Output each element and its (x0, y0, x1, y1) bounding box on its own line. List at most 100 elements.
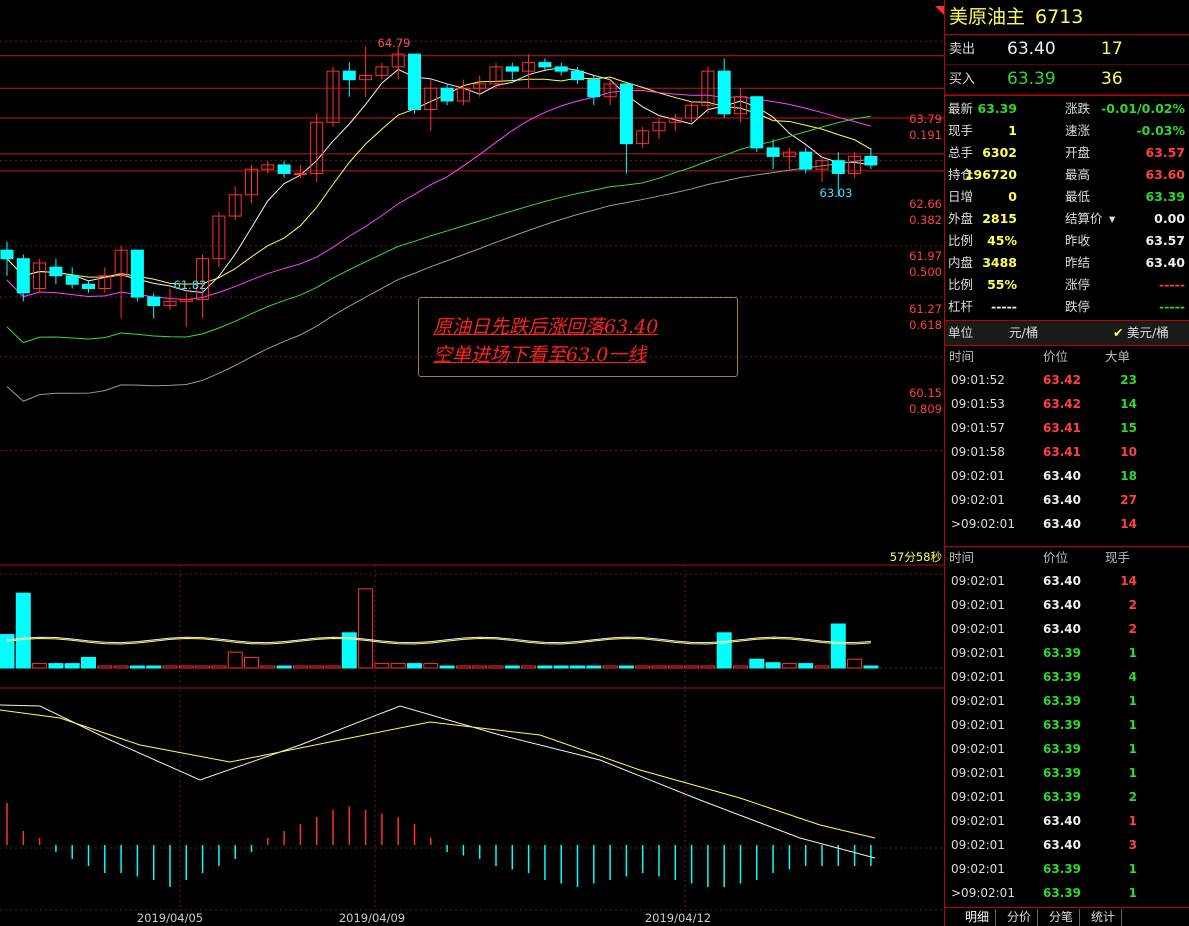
stat-row: 总手 6302 开盘 63.57 (945, 142, 1189, 164)
volume-bar (586, 665, 602, 669)
tab-0[interactable]: 明细 (959, 909, 997, 926)
unit-label: 单位 (948, 325, 974, 340)
tick-price: 63.40 (1043, 838, 1081, 852)
tick-row[interactable]: 09:02:01 63.40 14 (945, 569, 1189, 593)
volume-bar (602, 665, 618, 669)
candle-body (619, 83, 633, 145)
candle-body (750, 96, 764, 149)
tab-1[interactable]: 分价 (1001, 909, 1039, 926)
tick-time: 09:02:01 (951, 790, 1005, 804)
unit-option-yuan[interactable]: 元/桶 (1009, 321, 1038, 345)
volume-bar (374, 663, 390, 669)
tick-volume: 1 (1128, 742, 1137, 756)
volume-bar (292, 665, 308, 669)
tick-header: 时间 价位 现手 (945, 547, 1189, 569)
date-label: 2019/04/09 (339, 911, 405, 925)
stat-value: 3488 (982, 255, 1017, 270)
volume-bar (227, 651, 243, 669)
fib-price-label: 61.27 (909, 302, 942, 316)
tick-row[interactable]: 09:02:01 63.39 1 (945, 713, 1189, 737)
tick-row[interactable]: >09:02:01 63.39 1 (945, 881, 1189, 905)
tick-row[interactable]: 09:02:01 63.40 2 (945, 617, 1189, 641)
tab-3[interactable]: 统计 (1085, 909, 1123, 926)
candle-body (0, 249, 14, 260)
tick-row[interactable]: 09:02:01 63.40 3 (945, 833, 1189, 857)
sell-row[interactable]: 卖出 63.40 17 (945, 35, 1189, 65)
tick-row[interactable]: 09:02:01 63.39 1 (945, 641, 1189, 665)
stat-value: -0.03% (1136, 123, 1185, 138)
tab-2[interactable]: 分笔 (1043, 909, 1081, 926)
tick-price: 63.40 (1043, 814, 1081, 828)
dropdown-arrow-icon[interactable]: ▾ (1109, 208, 1115, 230)
kline-chart-area[interactable]: 64.79 61.82 63.03 63.79 0.191 62.66 0.382 61.97… (0, 0, 944, 926)
candle-body (82, 283, 95, 290)
tick-volume: 4 (1128, 670, 1137, 684)
tick-volume: 14 (1120, 574, 1137, 588)
tick-row[interactable]: 09:02:01 63.39 1 (945, 761, 1189, 785)
tick-volume: 1 (1128, 862, 1137, 876)
buy-row[interactable]: 买入 63.39 36 (945, 65, 1189, 95)
tick-row[interactable]: 09:02:01 63.39 4 (945, 665, 1189, 689)
tick-time: 09:02:01 (951, 862, 1005, 876)
tick-price: 63.39 (1043, 670, 1081, 684)
fib-price-label: 62.66 (909, 197, 942, 211)
tick-row[interactable]: 09:02:01 63.40 2 (945, 593, 1189, 617)
candle-body (571, 70, 584, 81)
tick-row[interactable]: 09:01:58 63.41 10 (945, 440, 1189, 464)
unit-row: 单位 元/桶 ✔ 美元/桶 (945, 321, 1189, 346)
fib-ratio-label: 0.500 (909, 265, 942, 279)
tick-row[interactable]: 09:02:01 63.40 27 (945, 488, 1189, 512)
tick-price: 63.39 (1043, 646, 1081, 660)
macd-dif-line (0, 704, 876, 859)
stat-label: 日增 (948, 189, 974, 204)
stat-row: 杠杆 ----- 跌停 ----- (945, 296, 1189, 318)
volume-bar (570, 665, 585, 669)
detail-tabs: 明细 分价 分笔 统计 (945, 907, 1189, 926)
volume-bar (700, 665, 716, 669)
volume-bar (537, 665, 553, 669)
tick-header: 时间 价位 大单 (945, 346, 1189, 368)
tick-time: 09:01:57 (951, 421, 1005, 435)
volume-bar (358, 588, 374, 669)
tick-volume: 1 (1128, 694, 1137, 708)
buy-price: 63.39 (1007, 69, 1056, 89)
volume-bar (847, 658, 863, 669)
fib-ratio-label: 0.191 (909, 128, 942, 142)
tick-time: >09:02:01 (951, 886, 1015, 900)
stat-value: 63.57 (1145, 233, 1185, 248)
tick-row[interactable]: 09:02:01 63.39 2 (945, 785, 1189, 809)
tick-row[interactable]: 09:01:57 63.41 15 (945, 416, 1189, 440)
tick-price: 63.39 (1043, 718, 1081, 732)
tick-row[interactable]: >09:02:01 63.40 14 (945, 512, 1189, 536)
stat-row: 内盘 3488 昨结 63.40 (945, 252, 1189, 274)
tick-row[interactable]: 09:01:52 63.42 23 (945, 368, 1189, 392)
kline-chart[interactable]: 64.79 61.82 63.03 63.79 0.191 62.66 0.382 61.97… (0, 0, 944, 926)
stat-row: 最新 63.39 涨跌 -0.01/0.02% (945, 98, 1189, 120)
tick-row[interactable]: 09:02:01 63.39 1 (945, 737, 1189, 761)
volume-bar (32, 663, 48, 669)
volume-bar (244, 656, 259, 669)
tick-volume: 1 (1128, 718, 1137, 732)
column-header: 时间 (949, 550, 975, 565)
tick-row[interactable]: 09:02:01 63.39 1 (945, 689, 1189, 713)
tick-row[interactable]: 09:01:53 63.42 14 (945, 392, 1189, 416)
stat-label: 结算价 (1065, 211, 1103, 226)
tick-row[interactable]: 09:02:01 63.39 1 (945, 857, 1189, 881)
candle-body (130, 249, 144, 298)
stat-value: 0 (1008, 189, 1017, 204)
tick-time: 09:01:58 (951, 445, 1005, 459)
candle-body (864, 155, 878, 166)
sell-label: 卖出 (949, 42, 976, 57)
annotation-box[interactable]: 原油日先跌后涨回落63.40 空单进场下看至63.0一线 (418, 297, 738, 377)
volume-bar (325, 665, 341, 669)
tick-volume: 14 (1120, 517, 1137, 531)
volume-bar (309, 665, 325, 669)
stat-label: 杠杆 (948, 299, 974, 314)
tick-row[interactable]: 09:02:01 63.40 18 (945, 464, 1189, 488)
stat-value: 63.57 (1145, 145, 1185, 160)
tick-row[interactable]: 09:02:01 63.40 1 (945, 809, 1189, 833)
stat-value: 45% (987, 233, 1017, 248)
product-code: 6713 (1035, 6, 1084, 28)
unit-option-usd[interactable]: 美元/桶 (1127, 321, 1169, 345)
candle-body (799, 151, 813, 170)
